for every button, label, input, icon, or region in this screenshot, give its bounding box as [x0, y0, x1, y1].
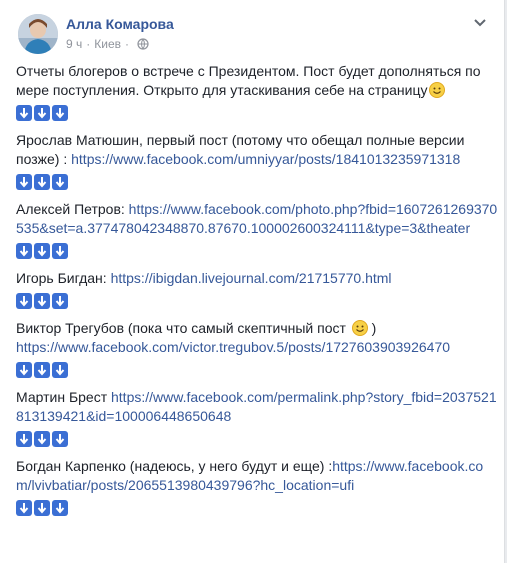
post-location[interactable]: Киев [94, 37, 121, 51]
entry-link[interactable]: https://www.facebook.com/umniyyar/posts/… [71, 151, 460, 167]
author-avatar[interactable] [18, 14, 58, 54]
entry-text: Мартин Брест [16, 389, 111, 405]
smiling-face-emoji [351, 320, 368, 336]
down-arrow-emoji [16, 174, 32, 190]
blogger-entry: Мартин Брест https://www.facebook.com/pe… [16, 388, 498, 426]
entry-text: Игорь Бигдан: [16, 270, 111, 286]
down-arrow-emoji [34, 293, 50, 309]
arrow-emoji-row [16, 362, 498, 378]
blogger-entry: Богдан Карпенко (надеюсь, у него будут и… [16, 457, 498, 495]
down-arrow-emoji [16, 431, 32, 447]
down-arrow-emoji [34, 105, 50, 121]
post-body: Отчеты блогеров о встрече с Президентом.… [16, 62, 498, 526]
down-arrow-emoji [52, 105, 68, 121]
arrow-emoji-row [16, 105, 498, 121]
post-intro: Отчеты блогеров о встрече с Президентом.… [16, 63, 481, 98]
down-arrow-emoji [52, 174, 68, 190]
down-arrow-emoji [34, 500, 50, 516]
avatar-photo [18, 14, 58, 54]
down-arrow-emoji [52, 500, 68, 516]
meta-separator: · [86, 37, 91, 51]
down-arrow-emoji [52, 431, 68, 447]
post-header: Алла Комарова 9 ч · Киев · [16, 12, 496, 54]
entry-text: Виктор Трегубов (пока что самый скептичн… [16, 320, 350, 336]
arrow-emoji-row [16, 500, 498, 516]
meta-separator: · [125, 37, 130, 51]
down-arrow-emoji [16, 105, 32, 121]
post-meta: 9 ч · Киев · [66, 37, 149, 51]
down-arrow-emoji [16, 362, 32, 378]
entry-text-after: ) [367, 320, 377, 336]
author-name[interactable]: Алла Комарова [66, 16, 174, 32]
entry-text: Алексей Петров: [16, 201, 129, 217]
down-arrow-emoji [52, 293, 68, 309]
blogger-entry: Виктор Трегубов (пока что самый скептичн… [16, 319, 498, 357]
arrow-emoji-row [16, 243, 498, 259]
blogger-entry: Алексей Петров: https://www.facebook.com… [16, 200, 498, 238]
smiling-face-emoji [429, 82, 446, 98]
blogger-entry: Игорь Бигдан: https://ibigdan.livejourna… [16, 269, 498, 288]
down-arrow-emoji [52, 243, 68, 259]
down-arrow-emoji [16, 293, 32, 309]
chevron-down-icon[interactable] [472, 14, 488, 30]
post-time[interactable]: 9 ч [66, 37, 82, 51]
down-arrow-emoji [34, 362, 50, 378]
arrow-emoji-row [16, 431, 498, 447]
down-arrow-emoji [52, 362, 68, 378]
arrow-emoji-row [16, 293, 498, 309]
entry-link[interactable]: https://ibigdan.livejournal.com/21715770… [111, 270, 392, 286]
facebook-post: Алла Комарова 9 ч · Киев · Отчеты блогер… [0, 0, 505, 563]
down-arrow-emoji [34, 243, 50, 259]
down-arrow-emoji [16, 243, 32, 259]
blogger-entry: Ярослав Матюшин, первый пост (потому что… [16, 131, 498, 169]
down-arrow-emoji [16, 500, 32, 516]
globe-icon[interactable] [137, 38, 149, 50]
entry-link[interactable]: https://www.facebook.com/victor.tregubov… [16, 339, 450, 355]
entry-text: Богдан Карпенко (надеюсь, у него будут и… [16, 458, 333, 474]
down-arrow-emoji [34, 431, 50, 447]
down-arrow-emoji [34, 174, 50, 190]
arrow-emoji-row [16, 174, 498, 190]
